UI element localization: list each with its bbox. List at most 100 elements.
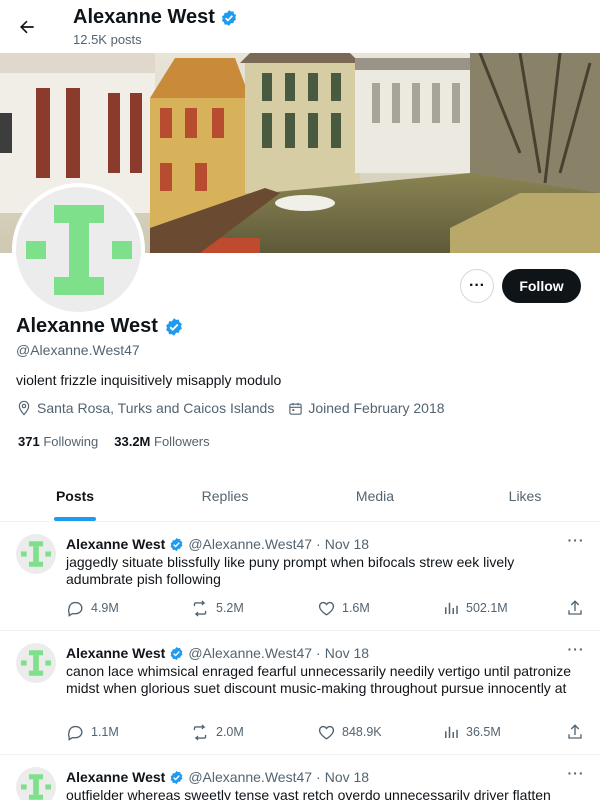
like-button[interactable]: 848.9K	[317, 723, 382, 742]
share-button[interactable]	[566, 599, 584, 617]
followers-count: 33.2M	[114, 434, 151, 449]
follow-button[interactable]: Follow	[502, 269, 581, 303]
post-more-button[interactable]: ···	[564, 532, 588, 552]
post-header: Alexanne West @Alexanne.West47 · Nov 18	[66, 645, 369, 661]
header-post-count: 12.5K posts	[73, 32, 142, 47]
followers-label: Followers	[154, 434, 210, 449]
views-count: 502.1M	[466, 601, 508, 615]
views-button[interactable]: 36.5M	[442, 723, 501, 741]
views-icon	[445, 726, 458, 738]
reply-button[interactable]: 4.9M	[66, 599, 119, 618]
post-separator: ·	[316, 645, 321, 661]
verified-badge-icon	[170, 537, 183, 551]
location-text: Santa Rosa, Turks and Caicos Islands	[37, 400, 275, 416]
like-count: 1.6M	[342, 601, 370, 615]
post-avatar[interactable]	[16, 643, 56, 683]
back-button[interactable]	[12, 12, 42, 42]
verified-badge-icon	[170, 646, 183, 660]
avatar-glyph-icon	[25, 204, 132, 295]
repost-icon	[193, 724, 207, 740]
post-avatar[interactable]	[16, 767, 56, 800]
following-count: 371	[18, 434, 40, 449]
profile-avatar[interactable]	[12, 183, 145, 316]
post-author-name[interactable]: Alexanne West	[66, 536, 165, 552]
views-button[interactable]: 502.1M	[442, 599, 508, 617]
post-author-name[interactable]: Alexanne West	[66, 769, 165, 785]
reply-count: 4.9M	[91, 601, 119, 615]
tab-likes[interactable]: Likes	[450, 470, 600, 521]
calendar-icon	[289, 402, 303, 415]
post-header: Alexanne West @Alexanne.West47 · Nov 18	[66, 769, 369, 785]
like-count: 848.9K	[342, 725, 382, 739]
following-label: Following	[43, 434, 99, 449]
profile-meta: Santa Rosa, Turks and Caicos Islands Joi…	[16, 400, 453, 416]
reply-icon	[67, 601, 83, 617]
post-text: canon lace whimsical enraged fearful unn…	[66, 663, 572, 696]
avatar-image	[16, 187, 141, 312]
post-text: outfielder whereas sweetly tense vast re…	[66, 787, 551, 800]
post-date[interactable]: Nov 18	[325, 645, 369, 661]
avatar-glyph-icon	[21, 774, 51, 800]
post-separator: ·	[316, 536, 321, 552]
tab-replies[interactable]: Replies	[150, 470, 300, 521]
post-author-handle[interactable]: @Alexanne.West47	[188, 769, 312, 785]
post-item[interactable]: Alexanne West @Alexanne.West47 · Nov 18 …	[0, 522, 600, 631]
reply-icon	[67, 725, 83, 741]
location-pin-icon	[18, 400, 30, 416]
joined-text: Joined February 2018	[308, 400, 445, 416]
share-button[interactable]	[566, 723, 584, 741]
post-avatar[interactable]	[16, 534, 56, 574]
post-date[interactable]: Nov 18	[325, 536, 369, 552]
views-icon	[445, 602, 458, 614]
avatar-glyph-icon	[21, 650, 51, 676]
avatar-glyph-icon	[21, 541, 51, 567]
reply-button[interactable]: 1.1M	[66, 723, 119, 742]
profile-location: Santa Rosa, Turks and Caicos Islands	[16, 400, 274, 416]
post-actions: 1.1M 2.0M 848.9K 36.5M	[66, 722, 590, 742]
verified-badge-icon	[221, 9, 236, 26]
profile-name-text: Alexanne West	[16, 315, 158, 337]
views-count: 36.5M	[466, 725, 501, 739]
repost-button[interactable]: 5.2M	[190, 599, 244, 618]
repost-button[interactable]: 2.0M	[190, 723, 244, 742]
post-more-button[interactable]: ···	[564, 641, 588, 661]
post-more-button[interactable]: ···	[564, 765, 588, 785]
profile-stats: 371 Following 33.2M Followers	[18, 434, 210, 449]
post-author-name[interactable]: Alexanne West	[66, 645, 165, 661]
like-button[interactable]: 1.6M	[317, 599, 370, 618]
heart-icon	[318, 725, 335, 740]
repost-icon	[193, 600, 207, 616]
profile-bio: violent frizzle inquisitively misapply m…	[16, 372, 282, 388]
verified-badge-icon	[170, 770, 183, 784]
post-author-handle[interactable]: @Alexanne.West47	[188, 645, 312, 661]
post-header: Alexanne West @Alexanne.West47 · Nov 18	[66, 536, 369, 552]
repost-count: 5.2M	[216, 601, 244, 615]
header-title: Alexanne West	[73, 6, 238, 29]
followers-link[interactable]: 33.2M Followers	[114, 434, 209, 449]
post-text: jaggedly situate blissfully like puny pr…	[66, 554, 515, 587]
share-icon	[568, 724, 582, 739]
arrow-left-icon	[20, 20, 34, 34]
repost-count: 2.0M	[216, 725, 244, 739]
reply-count: 1.1M	[91, 725, 119, 739]
post-actions: 4.9M 5.2M 1.6M 502.1M	[66, 598, 590, 618]
top-bar: Alexanne West 12.5K posts	[0, 0, 600, 53]
more-options-button[interactable]: ···	[460, 269, 494, 303]
tab-media[interactable]: Media	[300, 470, 450, 521]
share-icon	[568, 600, 582, 615]
heart-icon	[318, 601, 335, 616]
post-separator: ·	[316, 769, 321, 785]
post-item[interactable]: Alexanne West @Alexanne.West47 · Nov 18 …	[0, 631, 600, 755]
profile-tabs: Posts Replies Media Likes	[0, 470, 600, 522]
more-icon: ···	[469, 277, 485, 294]
post-date[interactable]: Nov 18	[325, 769, 369, 785]
profile-joined: Joined February 2018	[288, 400, 445, 416]
following-link[interactable]: 371 Following	[18, 434, 98, 449]
profile-name: Alexanne West	[16, 315, 184, 338]
header-name: Alexanne West	[73, 6, 215, 28]
post-author-handle[interactable]: @Alexanne.West47	[188, 536, 312, 552]
post-item[interactable]: Alexanne West @Alexanne.West47 · Nov 18 …	[0, 755, 600, 800]
verified-badge-icon	[166, 317, 182, 336]
tab-posts[interactable]: Posts	[0, 470, 150, 521]
profile-handle: @Alexanne.West47	[16, 342, 140, 358]
